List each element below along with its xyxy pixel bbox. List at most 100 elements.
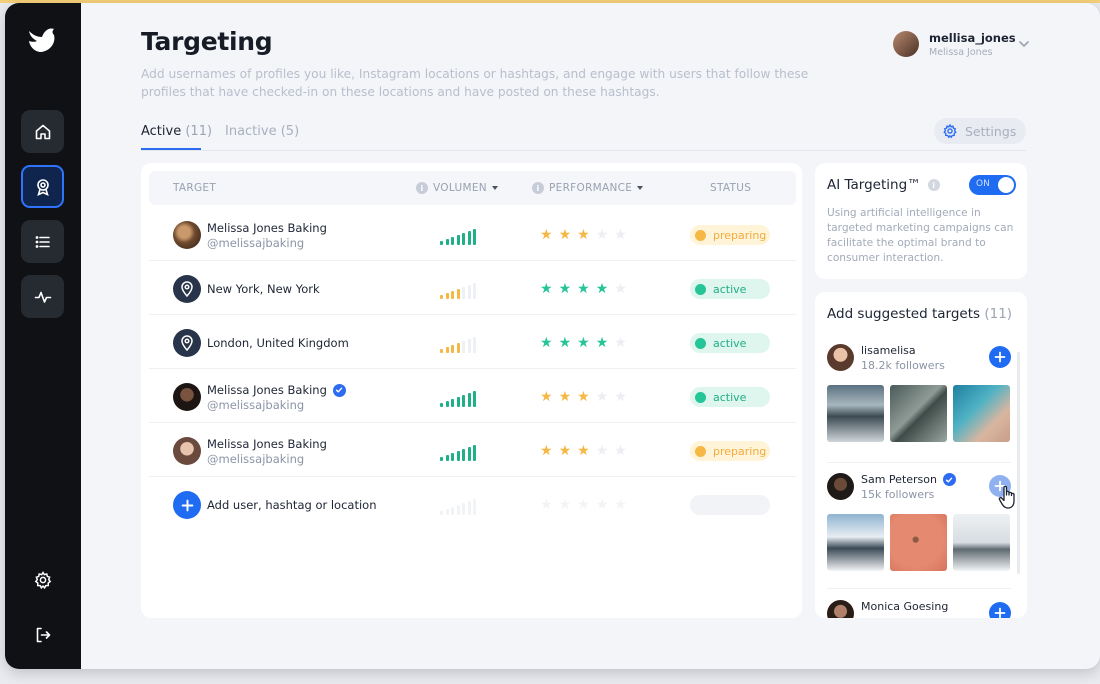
tab-inactive[interactable]: Inactive (5) xyxy=(225,124,299,139)
volume-bar xyxy=(440,241,443,245)
table-row[interactable]: New York, New York ★ ★ ★ ★ ★ active xyxy=(149,261,796,315)
table-row[interactable]: Melissa Jones Baking @melissajbaking ★ ★ ★ ★ ★… xyxy=(149,207,796,261)
add-suggested-button[interactable] xyxy=(989,602,1011,618)
volume-meter xyxy=(440,337,480,353)
star-icon: ★ xyxy=(614,335,627,351)
volume-bar xyxy=(462,233,465,245)
star-icon: ★ xyxy=(577,281,590,297)
location-pin-icon xyxy=(173,275,201,303)
main-content: Targeting Add usernames of profiles you … xyxy=(81,3,1100,669)
tab-active[interactable]: Active (11) xyxy=(141,124,212,139)
star-icon: ★ xyxy=(540,281,553,297)
settings-label: Settings xyxy=(965,123,1017,139)
suggested-scrollbar[interactable] xyxy=(1017,352,1020,574)
targets-table: TARGET i VOLUMEN i PERFORMANCE STATUS Me… xyxy=(141,163,802,618)
status-dot xyxy=(695,391,706,403)
location-pin-icon xyxy=(173,329,201,357)
photo-thumbnail[interactable] xyxy=(890,385,947,442)
table-row[interactable]: London, United Kingdom ★ ★ ★ ★ ★ active xyxy=(149,315,796,369)
status-label: preparing xyxy=(713,444,767,458)
photo-thumbnail[interactable] xyxy=(953,514,1010,571)
status-badge[interactable]: active xyxy=(690,333,770,353)
performance-rating: ★ ★ ★ ★ ★ xyxy=(540,335,627,351)
volume-bar xyxy=(462,341,465,353)
performance-rating-placeholder: ★ ★ ★ ★ ★ xyxy=(540,497,627,513)
suggested-followers: 15k followers xyxy=(861,488,935,501)
toggle-label: ON xyxy=(976,179,990,189)
table-row[interactable]: Melissa Jones Baking @melissajbaking ★ ★ ★ ★ ★… xyxy=(149,423,796,477)
volume-bar xyxy=(440,349,443,353)
avatar xyxy=(827,473,854,500)
table-row[interactable]: Melissa Jones Baking @melissajbaking ★ ★ ★ ★ ★… xyxy=(149,369,796,423)
status-badge[interactable]: active xyxy=(690,387,770,407)
plus-icon xyxy=(181,499,193,511)
volume-bar xyxy=(467,501,471,515)
avatar xyxy=(827,344,854,371)
volume-bar xyxy=(440,295,443,299)
info-icon[interactable]: i xyxy=(532,182,544,194)
volume-bar xyxy=(451,291,454,299)
star-icon: ★ xyxy=(577,335,590,351)
volume-bar xyxy=(445,293,449,299)
column-header-performance[interactable]: i PERFORMANCE xyxy=(532,182,644,194)
star-icon: ★ xyxy=(577,497,590,513)
star-icon: ★ xyxy=(558,497,572,513)
nav-home-button[interactable] xyxy=(21,110,64,153)
photo-thumbnail[interactable] xyxy=(953,385,1010,442)
star-icon: ★ xyxy=(577,389,590,405)
add-target-button[interactable] xyxy=(173,491,201,519)
ai-targeting-card: AI Targeting™ i ON Using artificial inte… xyxy=(815,163,1027,279)
volume-bar xyxy=(473,283,476,299)
nav-settings-button[interactable] xyxy=(21,558,64,601)
star-icon: ★ xyxy=(614,227,627,243)
volume-bar xyxy=(445,401,449,407)
performance-rating: ★ ★ ★ ★ ★ xyxy=(540,389,627,405)
add-suggested-button[interactable] xyxy=(989,346,1011,368)
column-header-volumen[interactable]: i VOLUMEN xyxy=(416,182,498,194)
info-icon[interactable]: i xyxy=(416,182,428,194)
column-volumen-label: VOLUMEN xyxy=(433,182,487,194)
status-label: active xyxy=(713,390,747,404)
volume-meter xyxy=(440,445,480,461)
star-icon: ★ xyxy=(540,497,553,513)
info-icon[interactable]: i xyxy=(927,179,940,191)
photo-thumbnail[interactable] xyxy=(827,514,884,571)
photo-thumbnail[interactable] xyxy=(890,514,947,571)
suggested-followers: 18.2k followers xyxy=(861,359,945,372)
suggested-title: Add suggested targets (11) xyxy=(827,306,1012,322)
add-target-label[interactable]: Add user, hashtag or location xyxy=(207,498,377,512)
volume-bar xyxy=(451,399,454,407)
target-handle: @melissajbaking xyxy=(207,452,305,466)
nav-list-button[interactable] xyxy=(21,220,64,263)
volume-bar xyxy=(467,285,471,299)
photo-thumbnail[interactable] xyxy=(827,385,884,442)
bird-logo-icon[interactable] xyxy=(27,25,59,55)
tabs-divider xyxy=(141,150,1026,151)
status-badge[interactable]: preparing xyxy=(690,225,770,245)
ai-targeting-toggle[interactable]: ON xyxy=(969,175,1016,195)
table-header: TARGET i VOLUMEN i PERFORMANCE STATUS xyxy=(149,171,796,205)
volume-bar xyxy=(456,289,460,299)
star-icon: ★ xyxy=(577,443,590,459)
avatar xyxy=(173,221,201,249)
star-icon: ★ xyxy=(614,443,627,459)
settings-button[interactable]: Settings xyxy=(934,118,1026,144)
volume-bar xyxy=(445,239,449,245)
sort-caret-icon[interactable] xyxy=(491,186,498,190)
chevron-down-icon[interactable] xyxy=(1017,37,1031,51)
nav-activity-button[interactable] xyxy=(21,275,64,318)
hand-cursor-icon xyxy=(998,485,1015,509)
sort-caret-icon[interactable] xyxy=(637,186,644,190)
star-icon: ★ xyxy=(595,497,609,513)
status-badge[interactable]: active xyxy=(690,279,770,299)
suggested-targets-card: Add suggested targets (11) lisamelisa 18… xyxy=(815,292,1027,618)
user-menu[interactable]: mellisa_jones Melissa Jones xyxy=(893,31,1043,63)
target-name: London, United Kingdom xyxy=(207,336,349,350)
star-icon: ★ xyxy=(614,497,627,513)
logout-icon xyxy=(36,627,50,642)
nav-targeting-button[interactable] xyxy=(21,165,64,208)
target-name-text: Melissa Jones Baking xyxy=(207,383,327,397)
nav-logout-button[interactable] xyxy=(21,613,64,656)
status-badge[interactable]: preparing xyxy=(690,441,770,461)
add-target-row[interactable]: Add user, hashtag or location ★ ★ ★ ★ ★ xyxy=(149,477,796,531)
